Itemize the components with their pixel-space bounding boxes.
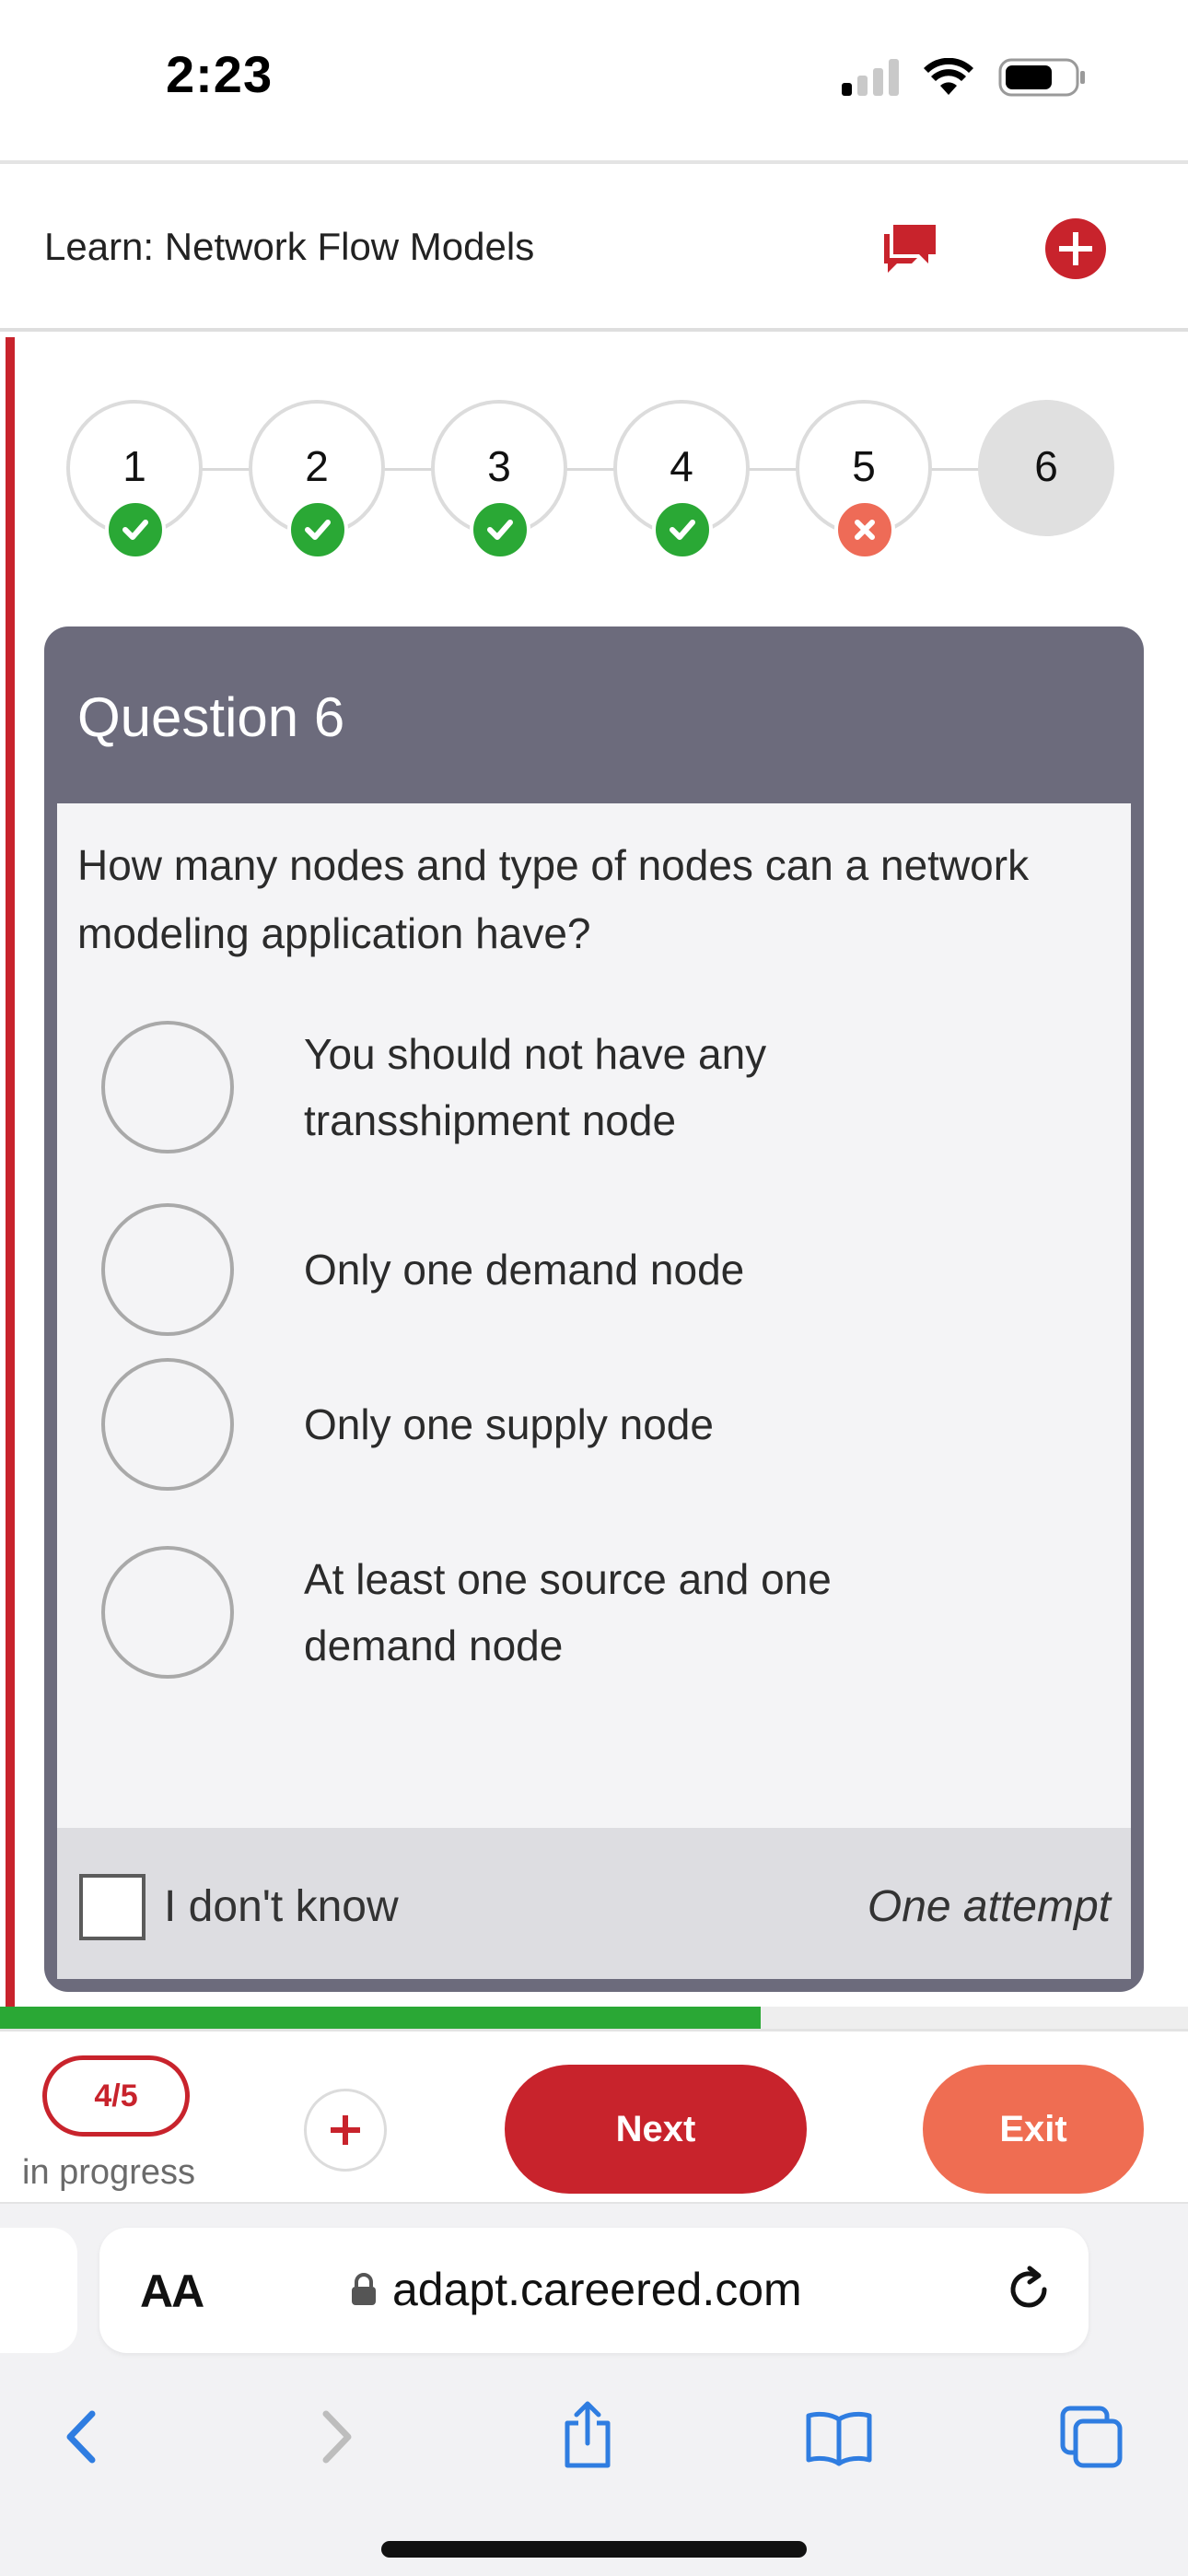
step-number: 6 [1034,442,1058,490]
chevron-right-icon[interactable] [317,2406,359,2467]
page-title: Learn: Network Flow Models [44,225,535,268]
answer-option[interactable]: Only one demand node [101,1203,1096,1336]
url-text: adapt.careered.com [392,2264,802,2315]
step-3[interactable]: 3 [431,400,567,560]
check-icon [105,499,166,560]
url-display[interactable]: adapt.careered.com [350,2263,802,2316]
browser-toolbar: AA adapt.careered.com [0,2202,1188,2576]
book-icon[interactable] [803,2408,875,2467]
step-number: 4 [670,442,693,490]
check-icon [287,499,348,560]
cross-icon [834,499,895,560]
reader-settings-button[interactable]: AA [140,2265,204,2318]
progress-count-badge: 4/5 [42,2055,190,2137]
question-body: How many nodes and type of nodes can a n… [57,803,1131,1828]
answer-label: Only one demand node [304,1246,745,1294]
tabs-icon[interactable] [1059,2405,1125,2471]
answer-label: You should not have any transshipment no… [304,1030,767,1144]
status-bar: 2:23 [0,0,1188,164]
battery-icon [998,58,1085,97]
radio-button[interactable] [101,1358,234,1491]
radio-button[interactable] [101,1021,234,1153]
step-6[interactable]: 6 [978,400,1114,536]
step-number: 3 [487,442,511,490]
answer-option[interactable]: You should not have any transshipment no… [101,1021,1096,1153]
cellular-signal-icon [842,59,899,96]
status-time: 2:23 [166,45,274,103]
exit-button[interactable]: Exit [923,2065,1144,2194]
radio-button[interactable] [101,1546,234,1679]
dont-know-label[interactable]: I don't know [164,1881,399,1932]
step-5[interactable]: 5 [796,400,932,560]
lock-icon [352,2273,376,2305]
step-2[interactable]: 2 [249,400,385,560]
progress-fill [0,2007,761,2029]
attempt-label: One attempt [867,1882,1111,1931]
status-icons [842,57,1087,98]
dont-know-checkbox[interactable] [79,1874,146,1940]
left-accent-bar [6,337,15,2007]
progress-bar [0,2007,1188,2029]
plus-icon [331,2115,360,2145]
step-4[interactable]: 4 [613,400,750,560]
chat-bubbles-icon[interactable] [880,221,939,276]
app-header: Learn: Network Flow Models [0,168,1188,332]
check-icon [470,499,530,560]
step-1[interactable]: 1 [66,400,203,560]
question-footer: I don't know One attempt [57,1828,1131,1979]
question-card: Question 6 How many nodes and type of no… [44,626,1144,1992]
plus-circle-icon[interactable] [1044,217,1107,280]
next-button[interactable]: Next [505,2065,807,2194]
address-bar[interactable]: AA adapt.careered.com [99,2228,1089,2353]
browser-nav [0,2388,1188,2499]
radio-button[interactable] [101,1203,234,1336]
question-steps: 1 2 3 4 5 6 [66,400,1116,560]
step-number: 2 [305,442,329,490]
step-number: 5 [852,442,876,490]
home-indicator [381,2541,807,2558]
answer-label: At least one source and one demand node [304,1555,832,1669]
question-text: How many nodes and type of nodes can a n… [77,841,1030,957]
action-bar: 4/5 in progress Next Exit [0,2029,1188,2202]
answer-option[interactable]: At least one source and one demand node [101,1546,1096,1679]
progress-status: in progress [22,2153,195,2192]
wifi-icon [924,58,973,95]
check-icon [652,499,713,560]
question-title: Question 6 [77,686,345,748]
answer-label: Only one supply node [304,1400,714,1448]
step-number: 1 [122,442,146,490]
answer-option[interactable]: Only one supply node [101,1358,1096,1491]
chevron-left-icon[interactable] [59,2406,101,2467]
add-button[interactable] [304,2089,387,2172]
previous-tab[interactable] [0,2228,77,2353]
reload-icon[interactable] [1002,2263,1055,2316]
share-icon[interactable] [558,2399,617,2471]
